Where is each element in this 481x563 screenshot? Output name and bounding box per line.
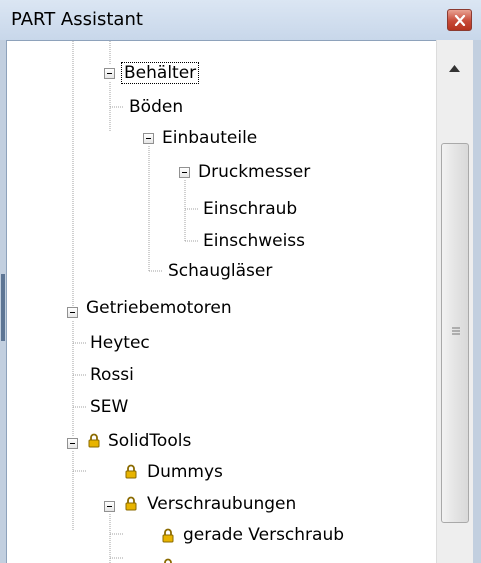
tree-view[interactable]: Behälter Böden Einbauteile Druckmesser E…: [6, 40, 436, 563]
tree-item-label[interactable]: Heytec: [90, 333, 150, 353]
collapse-toggle[interactable]: [143, 133, 154, 144]
collapse-toggle[interactable]: [104, 501, 115, 512]
part-assistant-window: PART Assistant Behälter Böden Einbauteil…: [0, 0, 481, 563]
close-button[interactable]: [447, 9, 472, 31]
tree-item-label[interactable]: Rossi: [90, 365, 134, 385]
collapse-toggle[interactable]: [179, 167, 190, 178]
tree-item-label[interactable]: Dummys: [147, 462, 223, 482]
close-icon: [454, 15, 466, 26]
lock-icon: [125, 496, 137, 511]
collapse-toggle[interactable]: [67, 307, 78, 318]
tree-item-label[interactable]: Schaugläser: [168, 261, 272, 281]
tree-item-label[interactable]: SEW: [90, 397, 128, 417]
tree-item-label[interactable]: SolidTools: [108, 431, 191, 451]
grip-icon: [452, 327, 460, 335]
title-bar: PART Assistant: [0, 0, 481, 40]
tree-item-label[interactable]: Einbauteile: [162, 128, 257, 148]
window-title: PART Assistant: [11, 9, 143, 30]
tree-item-label[interactable]: Druckmesser: [198, 162, 310, 182]
scrollbar-thumb[interactable]: [441, 143, 469, 523]
tree-item-label[interactable]: Behälter: [120, 62, 200, 84]
tree-item-label[interactable]: Böden: [129, 97, 183, 117]
tree-item-label[interactable]: Getriebemotoren: [86, 298, 232, 318]
vertical-scrollbar[interactable]: [436, 40, 473, 563]
tree-item-label[interactable]: Verschraubungen: [147, 494, 296, 514]
collapse-toggle[interactable]: [67, 438, 78, 449]
right-frame: [473, 40, 481, 563]
scroll-up-arrow-icon[interactable]: [449, 65, 460, 72]
collapse-toggle[interactable]: [104, 68, 115, 79]
lock-icon: [88, 433, 100, 448]
lock-icon: [164, 558, 172, 563]
lock-icon: [125, 464, 137, 479]
lock-icon: [162, 528, 174, 543]
tree-item-label[interactable]: Einschweiss: [203, 231, 305, 251]
tree-item-label[interactable]: Einschraub: [203, 199, 297, 219]
tree-item-label[interactable]: gerade Verschraub: [183, 525, 344, 545]
left-frame-accent: [1, 274, 5, 341]
